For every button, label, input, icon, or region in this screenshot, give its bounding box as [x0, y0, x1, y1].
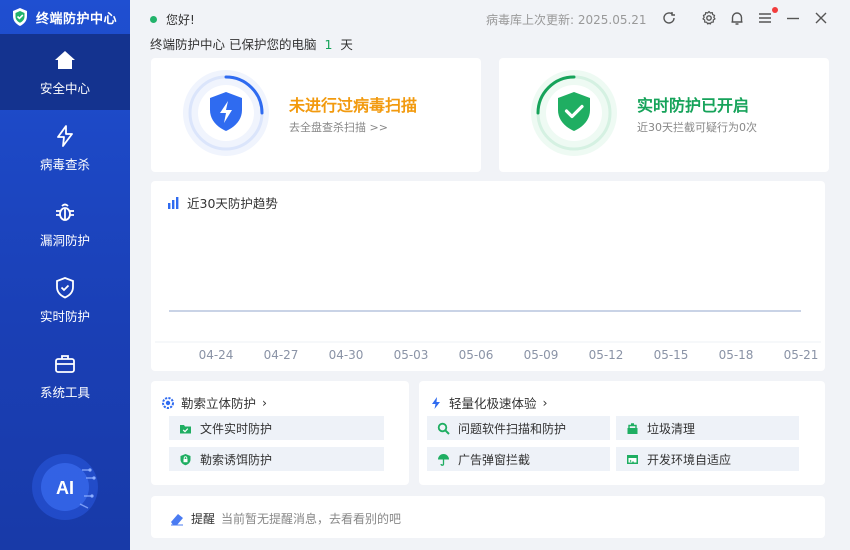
feature-label: 垃圾清理 [647, 421, 696, 436]
settings-icon [702, 10, 716, 25]
x-tick-label: 05-06 [459, 348, 494, 362]
file-realtime-protection-item[interactable]: 文件实时防护 [169, 416, 384, 440]
bug-icon [56, 203, 74, 221]
protection-days: 1 [324, 37, 333, 52]
magnifier-icon [437, 422, 450, 435]
lightweight-section-title: 轻量化极速体验 [449, 396, 537, 411]
top-bar: 您好! 病毒库上次更新: 2025.05.21 [130, 0, 850, 34]
reminder-text: 当前暂无提醒消息，去看看别的吧 [221, 512, 402, 526]
ai-assistant-icon[interactable]: AI [30, 452, 100, 522]
sidebar-item-security-center[interactable]: 安全中心 [0, 34, 130, 110]
app-title: 终端防护中心 [36, 11, 118, 27]
protection-status-suffix: 天 [340, 37, 353, 52]
greeting-text: 您好! [166, 13, 195, 27]
gear-shield-icon [162, 396, 174, 409]
protection-status-prefix: 终端防护中心 已保护您的电脑 [150, 37, 317, 52]
ransom-bait-protection-item[interactable]: 勒索诱饵防护 [169, 447, 384, 471]
x-tick-label: 05-21 [784, 348, 819, 362]
shield-check-icon [56, 276, 74, 298]
problem-software-scan-item[interactable]: 问题软件扫描和防护 [427, 416, 610, 440]
scan-shield-icon [183, 70, 269, 156]
reminder-label: 提醒 [191, 512, 216, 526]
close-icon [815, 12, 827, 24]
sidebar-item-label: 安全中心 [39, 80, 90, 96]
sidebar-item-tools[interactable]: 系统工具 [0, 338, 130, 414]
full-scan-link[interactable]: 去全盘查杀扫描 >> [289, 119, 388, 135]
x-tick-label: 05-03 [394, 348, 429, 362]
sidebar: 终端防护中心 安全中心 病毒查杀 漏洞防护 实时防护 系统工具 AI [0, 0, 130, 550]
menu-notification-dot [772, 7, 778, 13]
trend-title: 近30天防护趋势 [167, 193, 278, 212]
refresh-button[interactable] [661, 10, 677, 26]
scan-status-title: 未进行过病毒扫描 [289, 96, 418, 115]
menu-icon [759, 13, 771, 23]
menu-button[interactable] [757, 10, 773, 26]
protection-trend-card: 04-24 04-27 04-30 05-03 05-06 05-09 05-12 05-15… [151, 181, 825, 371]
feature-label: 文件实时防护 [200, 421, 273, 436]
lightning-fast-icon [432, 396, 440, 409]
ad-popup-block-item[interactable]: 广告弹窗拦截 [427, 447, 610, 471]
realtime-protection-card[interactable]: 实时防护已开启 近30天拦截可疑行为0次 [499, 58, 829, 172]
minimize-icon [787, 17, 799, 20]
reminder-bar: 提醒 当前暂无提醒消息，去看看别的吧 [151, 496, 825, 538]
virus-scan-card[interactable]: 未进行过病毒扫描 去全盘查杀扫描 >> [151, 58, 481, 172]
home-icon [55, 50, 75, 69]
refresh-icon [663, 12, 675, 24]
settings-button[interactable] [701, 10, 717, 26]
protection-status: 终端防护中心 已保护您的电脑 1 天 [150, 34, 353, 53]
ransomware-section-title: 勒索立体防护 [181, 396, 257, 411]
chevron-right-icon: › [262, 395, 268, 410]
umbrella-icon [438, 453, 449, 466]
greeting: 您好! [150, 11, 195, 28]
x-tick-label: 04-30 [329, 348, 364, 362]
app-logo-icon [13, 8, 27, 26]
junk-cleanup-item[interactable]: 垃圾清理 [616, 416, 799, 440]
feature-label: 勒索诱饵防护 [200, 452, 273, 467]
dev-env-adapt-item[interactable]: 开发环境自适应 [616, 447, 799, 471]
bell-icon [731, 12, 743, 25]
x-tick-label: 05-12 [589, 348, 624, 362]
sidebar-item-vuln-protection[interactable]: 漏洞防护 [0, 186, 130, 262]
realtime-status-title: 实时防护已开启 [637, 96, 750, 115]
lightweight-section-link[interactable]: 轻量化极速体验 › [429, 393, 548, 412]
cleanup-icon [627, 422, 638, 434]
virus-db-update: 病毒库上次更新: 2025.05.21 [486, 13, 647, 27]
x-tick-label: 04-24 [199, 348, 234, 362]
main-panel: 您好! 病毒库上次更新: 2025.05.21 终端防护中心 已保护您的电脑 1… [130, 0, 850, 550]
realtime-shield-icon [531, 70, 617, 156]
x-tick-label: 04-27 [264, 348, 299, 362]
brand: 终端防护中心 [0, 0, 130, 34]
sidebar-item-realtime[interactable]: 实时防护 [0, 262, 130, 338]
eraser-icon [171, 513, 183, 525]
dev-environment-icon [627, 454, 638, 464]
reminder: 提醒 当前暂无提醒消息，去看看别的吧 [169, 510, 401, 527]
feature-label: 问题软件扫描和防护 [458, 421, 567, 436]
sidebar-item-label: 漏洞防护 [39, 232, 90, 248]
sidebar-item-label: 系统工具 [39, 384, 90, 400]
x-tick-label: 05-18 [719, 348, 754, 362]
feature-label: 广告弹窗拦截 [458, 452, 531, 467]
ransomware-section-link[interactable]: 勒索立体防护 › [161, 393, 267, 412]
sidebar-item-virus-scan[interactable]: 病毒查杀 [0, 110, 130, 186]
ai-label: AI [56, 478, 74, 498]
trend-title-text: 近30天防护趋势 [187, 196, 278, 211]
ransomware-protection-card: 勒索立体防护 › 文件实时防护 勒索诱饵防护 [151, 381, 409, 485]
bait-lock-icon [180, 453, 191, 465]
feature-label: 开发环境自适应 [647, 452, 732, 467]
toolbox-icon [55, 354, 75, 373]
online-status-dot [150, 16, 157, 23]
realtime-block-summary: 近30天拦截可疑行为0次 [637, 121, 757, 134]
bar-chart-icon [168, 196, 179, 209]
sidebar-item-label: 病毒查杀 [39, 156, 90, 172]
minimize-button[interactable] [785, 10, 801, 26]
lightning-icon [57, 124, 73, 147]
x-tick-label: 05-09 [524, 348, 559, 362]
notifications-button[interactable] [729, 10, 745, 26]
close-button[interactable] [813, 10, 829, 26]
lightweight-experience-card: 轻量化极速体验 › 问题软件扫描和防护 垃圾清理 广告弹窗拦截 开发环境自适应 [419, 381, 825, 485]
folder-check-icon [180, 424, 191, 433]
x-tick-label: 05-15 [654, 348, 689, 362]
chevron-right-icon: › [542, 395, 548, 410]
sidebar-item-label: 实时防护 [39, 308, 90, 324]
